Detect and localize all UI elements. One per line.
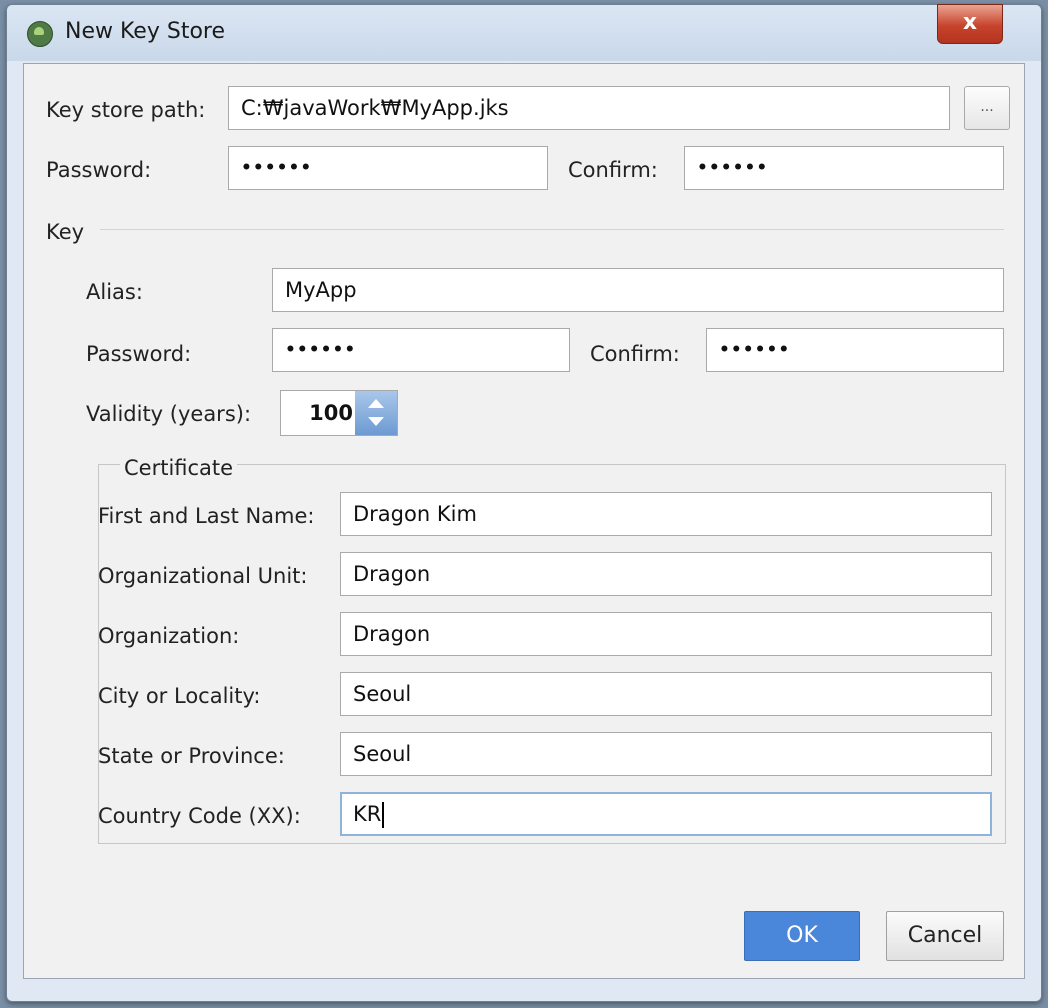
spinner-arrows[interactable] [355, 391, 397, 435]
dialog-content: Key store path: C:₩javaWork₩MyApp.jks ..… [23, 63, 1025, 979]
state-label: State or Province: [98, 744, 285, 768]
keystore-confirm-input[interactable]: •••••• [684, 146, 1004, 190]
organization-input[interactable]: Dragon [340, 612, 992, 656]
title-bar: New Key Store x [7, 4, 1041, 61]
close-button[interactable]: x [937, 4, 1003, 44]
browse-button[interactable]: ... [964, 86, 1010, 130]
key-password-input[interactable]: •••••• [272, 328, 570, 372]
city-input[interactable]: Seoul [340, 672, 992, 716]
validity-label: Validity (years): [86, 402, 252, 426]
android-studio-icon [27, 21, 53, 47]
dialog-window: New Key Store x Key store path: C:₩javaW… [6, 4, 1042, 1002]
cancel-button[interactable]: Cancel [886, 911, 1004, 961]
keystore-password-label: Password: [46, 158, 152, 182]
validity-value[interactable]: 100 [281, 391, 353, 435]
increment-arrow-icon[interactable] [368, 399, 384, 408]
name-label: First and Last Name: [98, 504, 315, 528]
key-confirm-label: Confirm: [590, 342, 680, 366]
alias-label: Alias: [86, 280, 143, 304]
city-label: City or Locality: [98, 684, 261, 708]
text-caret [382, 802, 385, 828]
alias-input[interactable]: MyApp [272, 268, 1004, 312]
country-code-value: KR [353, 802, 382, 826]
name-input[interactable]: Dragon Kim [340, 492, 992, 536]
country-code-label: Country Code (XX): [98, 804, 301, 828]
dialog-title: New Key Store [65, 19, 226, 44]
org-unit-input[interactable]: Dragon [340, 552, 992, 596]
keystore-path-label: Key store path: [46, 98, 206, 122]
key-section-label: Key [46, 220, 85, 244]
organization-label: Organization: [98, 624, 240, 648]
certificate-group-title: Certificate [120, 456, 238, 480]
keystore-confirm-label: Confirm: [568, 158, 658, 182]
country-code-input[interactable]: KR [340, 792, 992, 836]
decrement-arrow-icon[interactable] [368, 417, 384, 426]
keystore-password-input[interactable]: •••••• [228, 146, 548, 190]
ok-button[interactable]: OK [744, 911, 860, 961]
org-unit-label: Organizational Unit: [98, 564, 308, 588]
key-separator [100, 229, 1004, 230]
keystore-path-input[interactable]: C:₩javaWork₩MyApp.jks [228, 86, 950, 130]
key-confirm-input[interactable]: •••••• [706, 328, 1004, 372]
state-input[interactable]: Seoul [340, 732, 992, 776]
key-password-label: Password: [86, 342, 192, 366]
validity-spinner[interactable]: 100 [280, 390, 398, 436]
